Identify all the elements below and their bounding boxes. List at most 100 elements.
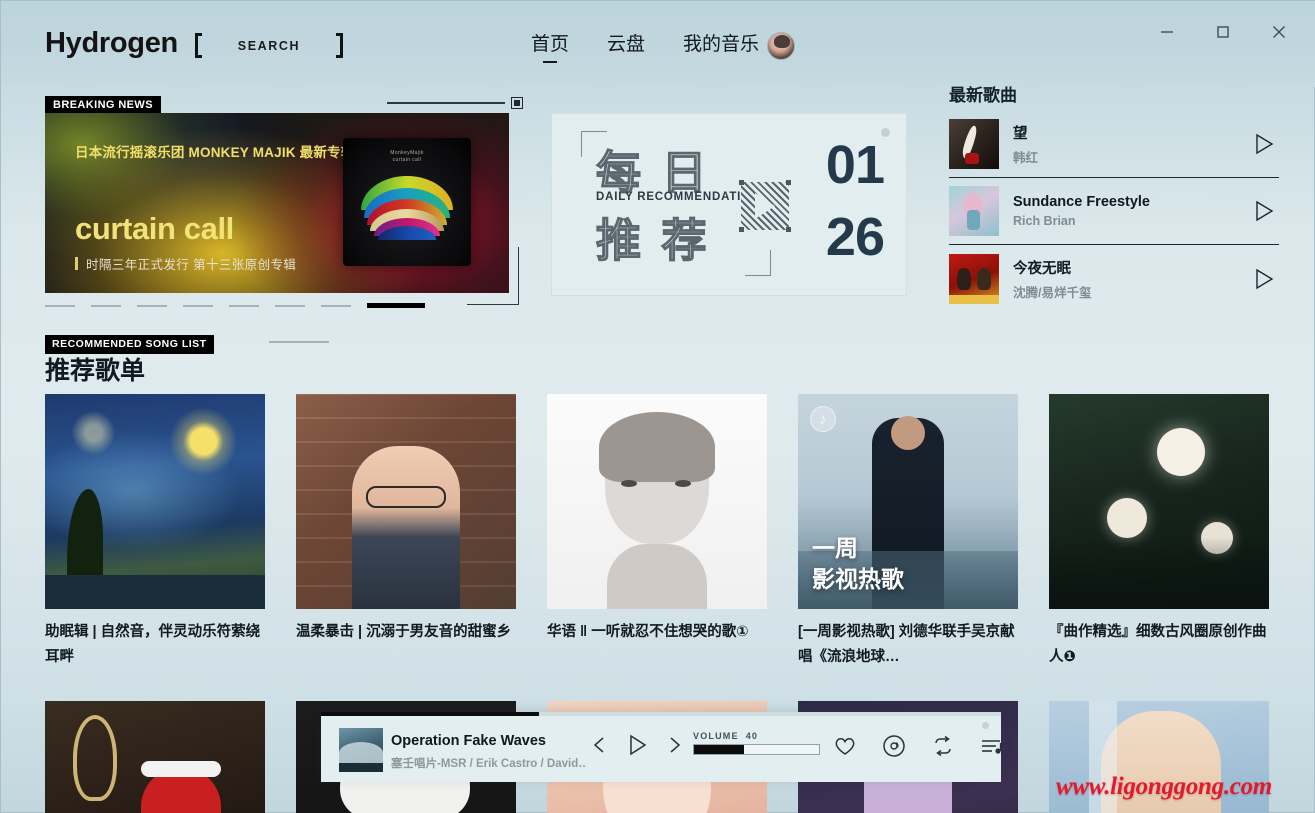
song-info: 今夜无眠 沈腾/易烊千玺 xyxy=(999,257,1249,301)
player-bar: Operation Fake Waves 塞壬唱片-MSR / Erik Cas… xyxy=(321,712,1004,782)
daily-month: 01 xyxy=(825,135,885,195)
playlist-cover xyxy=(296,394,516,609)
news-square-icon xyxy=(511,97,523,109)
playlist-icon[interactable] xyxy=(980,735,1004,757)
banner-sub-bar xyxy=(75,257,78,270)
song-thumbnail xyxy=(949,253,999,304)
song-info: Sundance Freestyle Rich Brian xyxy=(999,194,1249,228)
song-play-button[interactable] xyxy=(1249,133,1279,155)
nav-item-cloud[interactable]: 云盘 xyxy=(607,29,645,63)
banner-dot[interactable] xyxy=(45,304,75,307)
playlist-cover xyxy=(45,701,265,813)
song-thumbnail xyxy=(949,119,999,169)
banner-dot-active[interactable] xyxy=(367,303,425,308)
daily-play-icon[interactable] xyxy=(739,180,791,232)
song-thumbnail xyxy=(949,186,999,236)
title-bar: Hydrogen SEARCH 首页 云盘 我的音乐 xyxy=(1,1,1315,87)
next-button[interactable] xyxy=(666,735,683,755)
search-label: SEARCH xyxy=(237,39,301,53)
banner-pagination[interactable] xyxy=(45,303,425,308)
playlist-card[interactable]: 助眠辑 | 自然音，伴灵动乐符萦绕耳畔 xyxy=(45,394,265,670)
banner-dot[interactable] xyxy=(275,304,305,307)
playlist-cover: ♪ 一周 影视热歌 xyxy=(798,394,1018,609)
album-cover-caption: MonkeyMajik curtain call xyxy=(390,150,424,163)
song-row[interactable]: 望 韩红 xyxy=(949,111,1279,178)
playback-controls xyxy=(591,733,683,757)
playlist-card[interactable]: 『曲作精选』细数古风圈原创作曲人❶ xyxy=(1049,394,1269,670)
daily-day: 26 xyxy=(825,207,885,267)
playlist-title: 『曲作精选』细数古风圈原创作曲人❶ xyxy=(1049,624,1267,665)
volume-slider-fill xyxy=(694,745,744,754)
volume-label: VOLUME xyxy=(693,731,739,741)
playlist-card[interactable]: ♪ 一周 影视热歌 [一周影视热歌] 刘德华联手吴京献唱《流浪地球… xyxy=(798,394,1018,670)
nav-item-my-music[interactable]: 我的音乐 xyxy=(683,29,759,63)
banner-dot[interactable] xyxy=(229,304,259,307)
now-playing-thumbnail xyxy=(339,728,383,772)
song-artist: Rich Brian xyxy=(1013,214,1076,228)
player-dot-decoration xyxy=(982,722,989,729)
song-play-button[interactable] xyxy=(1249,268,1279,290)
playback-progress-fill xyxy=(321,712,539,716)
daily-recommendation-card[interactable]: 每 日 DAILY RECOMMENDATION 推 荐 01 26 xyxy=(551,113,907,296)
now-playing-title: Operation Fake Waves xyxy=(391,733,546,749)
song-artist: 沈腾/易烊千玺 xyxy=(1013,285,1092,300)
banner-heading: 日本流行摇滚乐团 MONKEY MAJIK 最新专辑 xyxy=(75,145,355,160)
netease-logo-icon: ♪ xyxy=(810,406,836,432)
watermark: www.ligonggong.com xyxy=(1056,773,1272,800)
volume-value: 40 xyxy=(745,731,759,741)
playlist-card[interactable] xyxy=(45,701,265,813)
daily-dot-decoration xyxy=(881,128,890,137)
disc-icon[interactable] xyxy=(882,734,906,758)
quote-corner-bottom-right-icon xyxy=(745,250,771,276)
window-controls xyxy=(1146,15,1300,49)
playlist-cover xyxy=(45,394,265,609)
maximize-button[interactable] xyxy=(1202,15,1244,49)
previous-button[interactable] xyxy=(591,735,608,755)
banner-dot[interactable] xyxy=(321,304,351,307)
latest-songs-title: 最新歌曲 xyxy=(949,86,1017,105)
playlist-title: 助眠辑 | 自然音，伴灵动乐符萦绕耳畔 xyxy=(45,624,261,665)
banner-title: curtain call xyxy=(75,211,234,246)
song-artist: 韩红 xyxy=(1013,151,1039,165)
close-button[interactable] xyxy=(1258,15,1300,49)
banner-subtitle-text: 时隔三年正式发行 第十三张原创专辑 xyxy=(86,258,297,272)
daily-word-bottom: 推 荐 xyxy=(595,214,711,266)
player-action-icons xyxy=(833,734,1004,758)
playlist-card[interactable]: 温柔暴击 | 沉溺于男友音的甜蜜乡 xyxy=(296,394,516,670)
app-window: Hydrogen SEARCH 首页 云盘 我的音乐 BREAKING NEWS… xyxy=(0,0,1315,813)
recommended-title: 推荐歌单 xyxy=(45,357,146,385)
playlist-card[interactable]: 华语 ‖ 一听就忍不住想哭的歌① xyxy=(547,394,767,670)
search-input[interactable]: SEARCH xyxy=(195,31,343,61)
banner-corner-decoration xyxy=(467,247,519,305)
playlist-overlay-text: 一周 影视热歌 xyxy=(812,535,904,592)
volume-control[interactable]: VOLUME 40 xyxy=(693,731,823,755)
heart-icon[interactable] xyxy=(833,735,857,757)
banner-subtitle: 时隔三年正式发行 第十三张原创专辑 xyxy=(75,254,296,273)
app-brand: Hydrogen xyxy=(45,27,178,59)
play-button[interactable] xyxy=(626,733,648,757)
album-cover-image: MonkeyMajik curtain call xyxy=(343,138,471,266)
avatar[interactable] xyxy=(767,32,796,60)
song-row[interactable]: 今夜无眠 沈腾/易烊千玺 xyxy=(949,245,1279,312)
song-title: Sundance Freestyle xyxy=(1013,194,1150,210)
volume-slider[interactable] xyxy=(693,744,820,755)
repeat-icon[interactable] xyxy=(931,735,955,757)
song-play-button[interactable] xyxy=(1249,200,1279,222)
playlist-title: 温柔暴击 | 沉溺于男友音的甜蜜乡 xyxy=(296,624,512,640)
playback-progress-track[interactable] xyxy=(321,712,1001,716)
recommended-rule xyxy=(269,341,329,343)
nav-item-home[interactable]: 首页 xyxy=(531,29,569,63)
promo-banner[interactable]: 日本流行摇滚乐团 MONKEY MAJIK 最新专辑 curtain call … xyxy=(45,113,509,293)
banner-dot[interactable] xyxy=(137,304,167,307)
song-info: 望 韩红 xyxy=(999,122,1249,166)
playlist-cover xyxy=(547,394,767,609)
song-title: 望 xyxy=(1013,126,1028,142)
song-row[interactable]: Sundance Freestyle Rich Brian xyxy=(949,178,1279,245)
main-navigation: 首页 云盘 我的音乐 xyxy=(531,29,796,63)
banner-dot[interactable] xyxy=(91,304,121,307)
playlist-title: 华语 ‖ 一听就忍不住想哭的歌① xyxy=(547,624,749,640)
playlist-cover xyxy=(1049,394,1269,609)
banner-dot[interactable] xyxy=(183,304,213,307)
daily-english-label: DAILY RECOMMENDATION xyxy=(596,191,761,203)
minimize-button[interactable] xyxy=(1146,15,1188,49)
